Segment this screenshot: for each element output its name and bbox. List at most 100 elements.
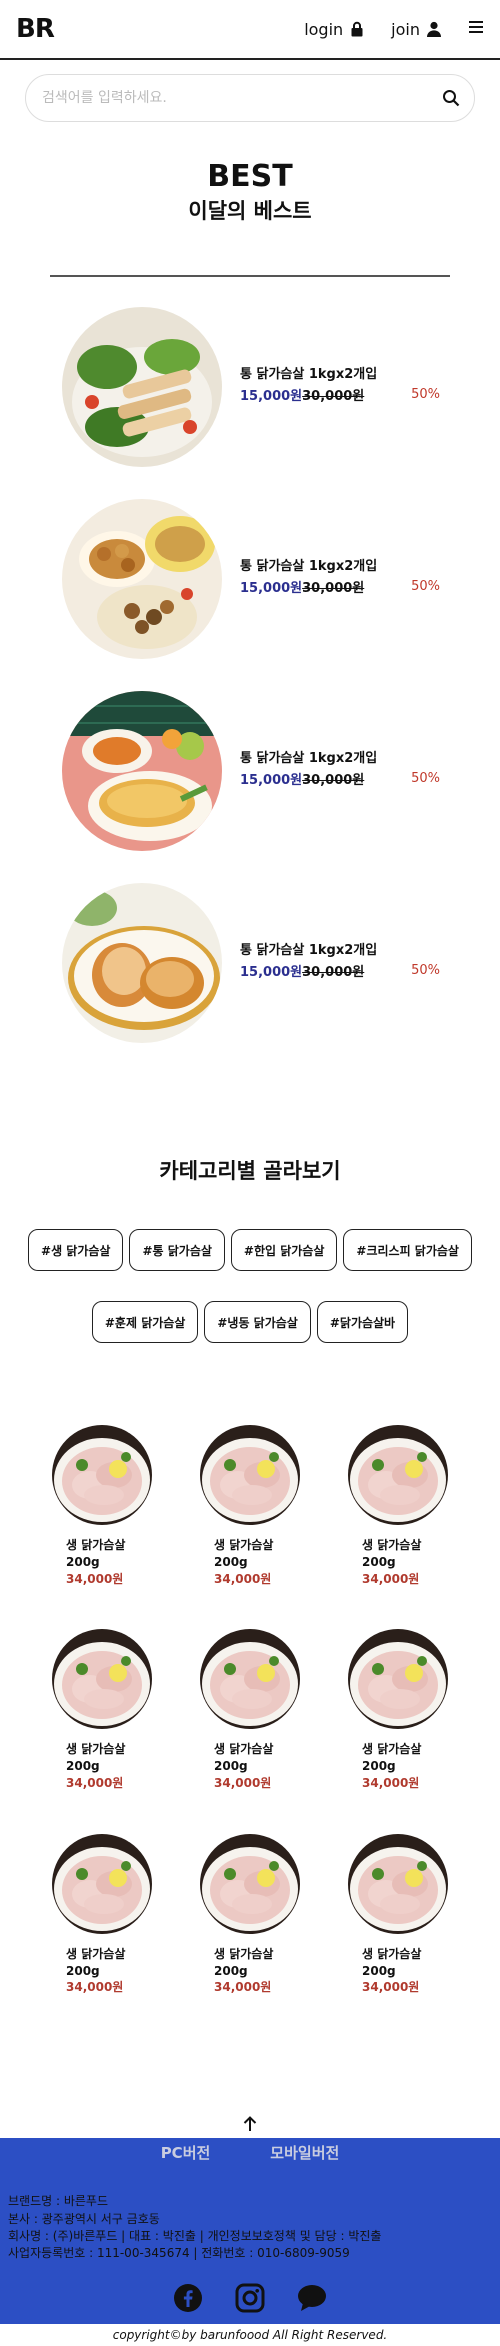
product-card[interactable]: 생 닭가슴살 200g 34,000원 — [28, 1425, 176, 1587]
product-name: 생 닭가슴살 — [362, 1538, 422, 1552]
product-price: 34,000원 — [362, 1775, 420, 1790]
product-card-info: 생 닭가슴살 200g 34,000원 — [52, 1946, 152, 1996]
category-title: 카테고리별 골라보기 — [159, 1159, 341, 1183]
product-card[interactable]: 생 닭가슴살 200g 34,000원 — [28, 1833, 176, 1996]
product-name: 통 닭가슴살 1kgx2개입 — [240, 943, 378, 958]
tab-pc-version[interactable]: PC버전 — [161, 2142, 211, 2163]
product-name: 생 닭가슴살 — [66, 1538, 126, 1552]
product-price: 34,000원 — [66, 1571, 124, 1586]
product-card-info: 생 닭가슴살 200g 34,000원 — [348, 1537, 448, 1587]
company-line: 회사명 : (주)바른푸드 | 대표 : 박진출 | 개인정보보호정책 및 담당… — [8, 2228, 382, 2243]
best-item[interactable]: 통 닭가슴살 1kgx2개입 15,000원 30,000원 50% — [0, 691, 500, 883]
best-title: BEST — [207, 159, 293, 194]
discount-rate: 50% — [411, 579, 440, 594]
product-card-info: 생 닭가슴살 200g 34,000원 — [200, 1741, 300, 1791]
product-name: 생 닭가슴살 — [214, 1742, 274, 1757]
product-image[interactable] — [200, 1833, 300, 1934]
best-item[interactable]: 통 닭가슴살 1kgx2개입 15,000원 30,000원 50% — [0, 883, 500, 1075]
product-price: 34,000원 — [66, 1980, 124, 1995]
category-tag[interactable]: #생 닭가슴살 — [28, 1229, 124, 1271]
arrow-up-icon — [243, 2116, 257, 2132]
product-card[interactable]: 생 닭가슴살 200g 34,000원 — [28, 1629, 176, 1791]
product-weight: 200g — [362, 1759, 396, 1774]
product-name: 생 닭가슴살 — [362, 1742, 422, 1757]
login-label: login — [304, 19, 344, 39]
product-weight: 200g — [66, 1759, 100, 1774]
product-name: 생 닭가슴살 — [214, 1946, 274, 1961]
best-item-info: 통 닭가슴살 1kgx2개입 15,000원 30,000원 50% — [240, 747, 440, 788]
product-card[interactable]: 생 닭가슴살 200g 34,000원 — [324, 1425, 472, 1587]
scroll-top-button[interactable] — [0, 2116, 500, 2138]
search-icon[interactable] — [442, 89, 460, 107]
best-item-info: 통 닭가슴살 1kgx2개입 15,000원 30,000원 50% — [240, 363, 440, 404]
product-name: 생 닭가슴살 — [214, 1538, 274, 1552]
registration-line: 사업자등록번호 : 111-00-345674 | 전화번호 : 010-680… — [8, 2246, 350, 2261]
copyright: copyright©by barunfoood All Right Reserv… — [112, 2328, 388, 2343]
search-bar — [25, 74, 475, 122]
original-price: 30,000원 — [302, 773, 365, 788]
category-tag[interactable]: #닭가슴살바 — [316, 1301, 409, 1343]
discount-rate: 50% — [411, 771, 440, 786]
product-image[interactable] — [62, 883, 222, 1043]
hamburger-menu-button[interactable] — [468, 19, 484, 39]
product-image[interactable] — [62, 307, 222, 467]
product-card-info: 생 닭가슴살 200g 34,000원 — [52, 1537, 152, 1587]
category-tag[interactable]: #훈제 닭가슴살 — [91, 1301, 199, 1343]
product-card[interactable]: 생 닭가슴살 200g 34,000원 — [324, 1833, 472, 1996]
category-tag[interactable]: #한입 닭가슴살 — [230, 1229, 338, 1271]
best-item[interactable]: 통 닭가슴살 1kgx2개입 15,000원 30,000원 50% — [0, 499, 500, 691]
product-image[interactable] — [348, 1833, 448, 1934]
product-card[interactable]: 생 닭가슴살 200g 34,000원 — [176, 1629, 324, 1791]
product-image[interactable] — [348, 1425, 448, 1525]
logo[interactable]: BR — [16, 14, 55, 44]
address-line: 본사 : 광주광역시 서구 금호동 — [8, 2211, 160, 2226]
chat-icon[interactable] — [297, 2283, 327, 2313]
best-item[interactable]: 통 닭가슴살 1kgx2개입 15,000원 30,000원 50% — [0, 307, 500, 499]
product-image[interactable] — [62, 499, 222, 659]
product-image[interactable] — [348, 1629, 448, 1730]
join-link[interactable]: join — [391, 20, 442, 39]
version-tabs: PC버전 모바일버전 — [0, 2138, 500, 2163]
discount-rate: 50% — [411, 387, 440, 402]
product-image[interactable] — [52, 1629, 152, 1730]
product-weight: 200g — [214, 1759, 248, 1774]
search-input[interactable] — [42, 90, 442, 106]
divider — [50, 275, 450, 277]
product-name: 통 닭가슴살 1kgx2개입 — [240, 559, 378, 574]
product-price: 34,000원 — [214, 1775, 272, 1790]
product-weight: 200g — [66, 1554, 100, 1569]
product-name: 생 닭가슴살 — [66, 1742, 126, 1757]
product-price: 34,000원 — [214, 1980, 272, 1995]
product-image[interactable] — [200, 1425, 300, 1525]
product-weight: 200g — [66, 1963, 100, 1978]
product-card[interactable]: 생 닭가슴살 200g 34,000원 — [176, 1425, 324, 1587]
category-tag[interactable]: #냉동 닭가슴살 — [204, 1301, 311, 1343]
product-weight: 200g — [362, 1554, 396, 1569]
tab-mobile-version[interactable]: 모바일버전 — [270, 2142, 339, 2163]
category-tag[interactable]: #통 닭가슴살 — [129, 1229, 225, 1271]
price-row: 15,000원 30,000원 50% — [240, 961, 440, 980]
best-item-info: 통 닭가슴살 1kgx2개입 15,000원 30,000원 50% — [240, 555, 440, 596]
product-image[interactable] — [52, 1425, 152, 1525]
product-name: 생 닭가슴살 — [362, 1946, 422, 1961]
social-links — [0, 2283, 500, 2313]
product-image[interactable] — [52, 1833, 152, 1934]
product-price: 34,000원 — [362, 1980, 420, 1995]
product-image[interactable] — [200, 1629, 300, 1730]
facebook-icon[interactable] — [173, 2283, 203, 2313]
category-tags: #생 닭가슴살 #통 닭가슴살 #한입 닭가슴살 #크리스피 닭가슴살 #훈제 … — [0, 1229, 500, 1343]
price-row: 15,000원 30,000원 50% — [240, 577, 440, 596]
product-card-info: 생 닭가슴살 200g 34,000원 — [200, 1537, 300, 1587]
product-image[interactable] — [62, 691, 222, 851]
product-card[interactable]: 생 닭가슴살 200g 34,000원 — [324, 1629, 472, 1791]
join-label: join — [391, 19, 420, 39]
login-link[interactable]: login — [304, 20, 365, 39]
category-tag[interactable]: #크리스피 닭가슴살 — [343, 1229, 472, 1271]
price-row: 15,000원 30,000원 50% — [240, 385, 440, 404]
sale-price: 15,000원 — [240, 773, 303, 788]
product-card[interactable]: 생 닭가슴살 200g 34,000원 — [176, 1833, 324, 1996]
discount-rate: 50% — [411, 963, 440, 978]
product-name: 통 닭가슴살 1kgx2개입 — [240, 367, 378, 382]
instagram-icon[interactable] — [235, 2283, 265, 2313]
original-price: 30,000원 — [302, 965, 365, 980]
